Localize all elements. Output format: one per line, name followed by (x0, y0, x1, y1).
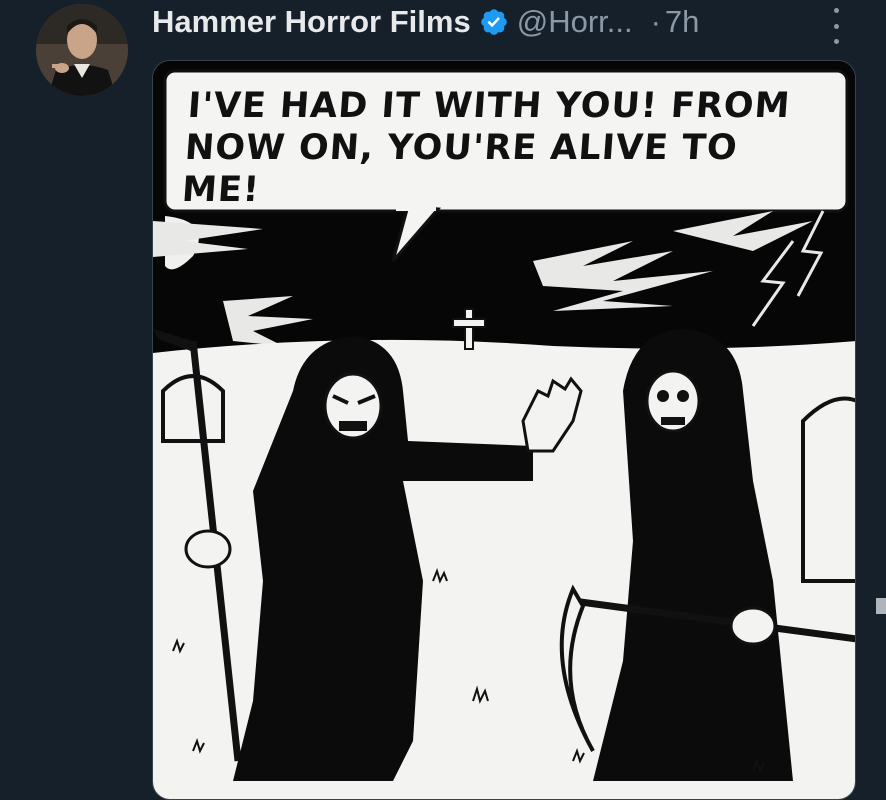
separator-dot: · (650, 4, 661, 39)
tweet-header: Hammer Horror Films @Horr... · 7h (152, 0, 699, 44)
author-handle[interactable]: @Horr... (517, 4, 633, 40)
more-dot (833, 39, 839, 44)
more-options-icon[interactable] (826, 8, 846, 44)
comic-caption-line1: I'VE HAD IT WITH YOU! FROM (186, 86, 792, 126)
more-dot (833, 8, 839, 13)
avatar-image (36, 4, 128, 96)
tweet[interactable]: Hammer Horror Films @Horr... · 7h I'VE H… (0, 0, 886, 800)
scroll-indicator[interactable] (876, 598, 886, 614)
tweet-media-image[interactable]: I'VE HAD IT WITH YOU! FROM NOW ON, YOU'R… (152, 60, 856, 800)
comic-caption-line2: NOW ON, YOU'RE ALIVE TO ME! (180, 128, 740, 210)
comic-caption: I'VE HAD IT WITH YOU! FROM NOW ON, YOU'R… (181, 85, 830, 211)
avatar[interactable] (36, 4, 128, 96)
verified-badge-icon (480, 9, 507, 35)
timestamp[interactable]: 7h (665, 4, 699, 40)
more-dot (833, 23, 839, 29)
author-name[interactable]: Hammer Horror Films (152, 4, 471, 40)
